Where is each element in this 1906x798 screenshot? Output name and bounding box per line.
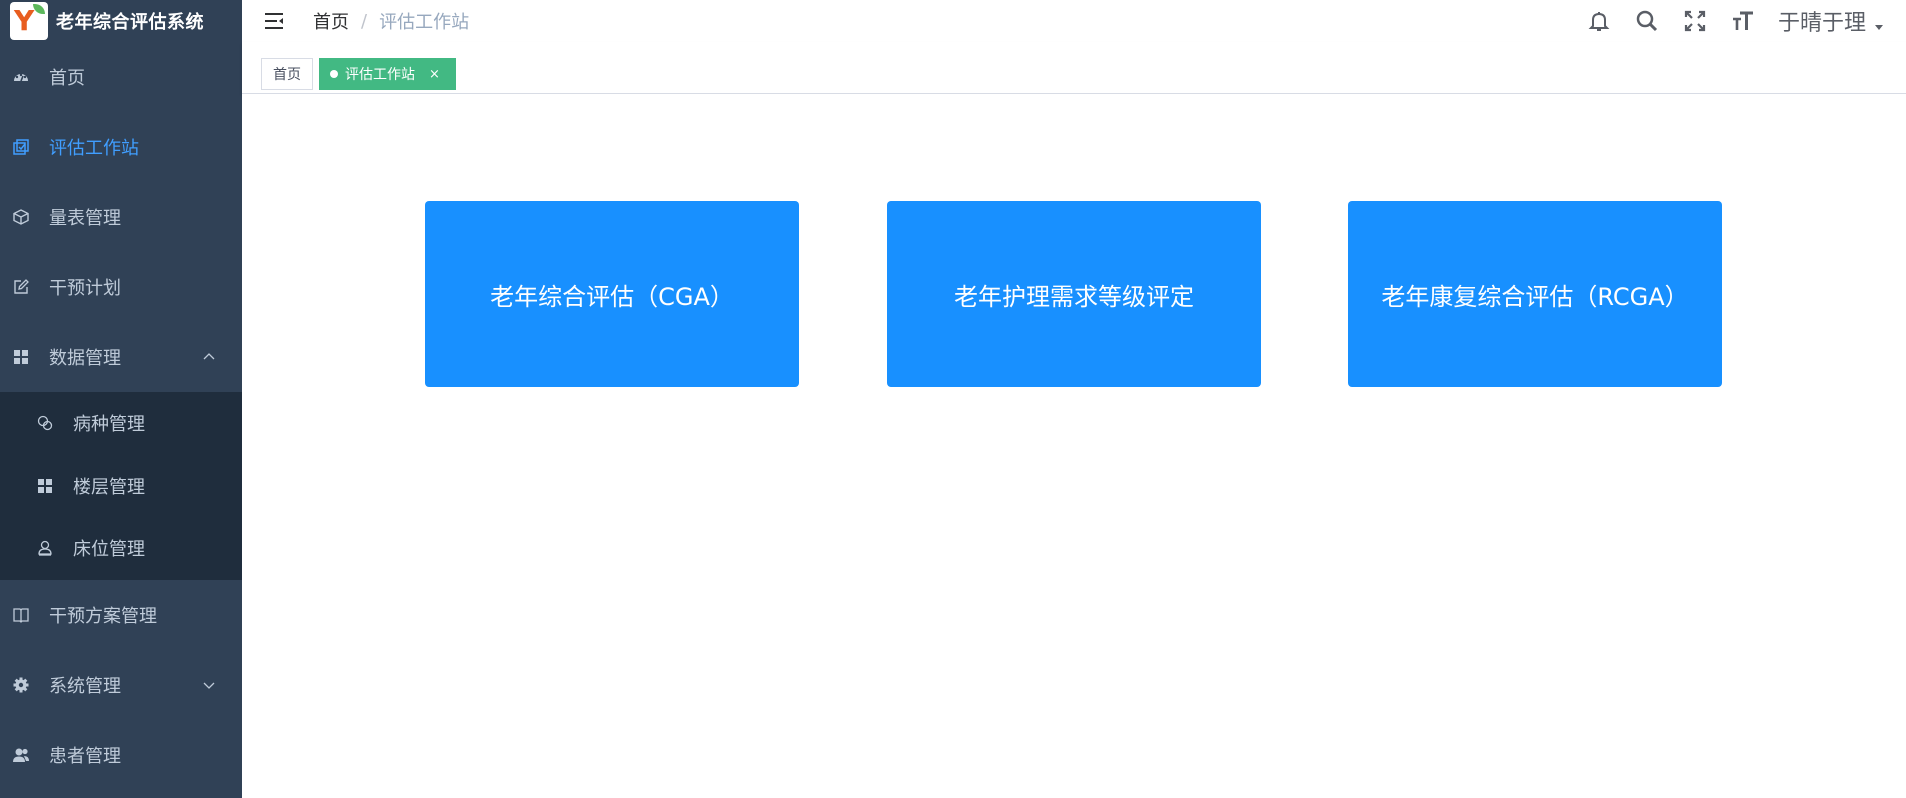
card-label: 老年综合评估（CGA） bbox=[490, 282, 734, 311]
sidebar-item-label: 床位管理 bbox=[73, 539, 145, 561]
gear-icon bbox=[12, 676, 30, 694]
menu-fold-icon[interactable] bbox=[263, 10, 285, 32]
dashboard-icon bbox=[12, 68, 30, 86]
sidebar-item-bed[interactable]: 床位管理 bbox=[0, 517, 242, 580]
grid-icon bbox=[36, 477, 54, 495]
top-navbar: 首页 / 评估工作站 于晴于理 bbox=[242, 0, 1906, 42]
sidebar-item-patients[interactable]: 患者管理 bbox=[0, 720, 242, 790]
sidebar-item-disease[interactable]: 病种管理 bbox=[0, 392, 242, 455]
sidebar-item-label: 楼层管理 bbox=[73, 476, 145, 498]
font-size-icon[interactable] bbox=[1730, 8, 1756, 34]
workstation-icon bbox=[12, 138, 30, 156]
sidebar-item-label: 量表管理 bbox=[49, 208, 121, 229]
rcga-card[interactable]: 老年康复综合评估（RCGA） bbox=[1348, 201, 1722, 387]
sidebar-item-label: 干预计划 bbox=[49, 278, 121, 299]
breadcrumb-current: 评估工作站 bbox=[379, 12, 470, 33]
sidebar-item-intervention-plan[interactable]: 干预计划 bbox=[0, 252, 242, 322]
sidebar-item-label: 首页 bbox=[49, 68, 85, 89]
breadcrumb-home[interactable]: 首页 bbox=[313, 8, 349, 34]
tag-label: 首页 bbox=[273, 67, 301, 83]
breadcrumb-separator: / bbox=[361, 10, 368, 32]
caret-down-icon[interactable] bbox=[1874, 22, 1884, 32]
active-dot-icon bbox=[330, 70, 338, 78]
main-content: 老年综合评估（CGA） 老年护理需求等级评定 老年康复综合评估（RCGA） bbox=[242, 94, 1906, 798]
cube-icon bbox=[12, 208, 30, 226]
sidebar-item-label: 数据管理 bbox=[49, 348, 121, 369]
sidebar-item-data-management[interactable]: 数据管理 bbox=[0, 322, 242, 392]
sidebar-item-workstation[interactable]: 评估工作站 bbox=[0, 112, 242, 182]
care-level-card[interactable]: 老年护理需求等级评定 bbox=[887, 201, 1261, 387]
sidebar-item-home[interactable]: 首页 bbox=[0, 42, 242, 112]
sidebar-item-label: 干预方案管理 bbox=[49, 605, 157, 627]
search-icon[interactable] bbox=[1634, 8, 1660, 34]
app-root: Y 老年综合评估系统 首页 评估工作站 量表管理 干预计划 数据管理 病种管理 … bbox=[0, 0, 1906, 798]
sidebar-item-intervention-scheme[interactable]: 干预方案管理 bbox=[0, 580, 242, 650]
tag-home[interactable]: 首页 bbox=[261, 58, 313, 90]
sidebar-item-label: 患者管理 bbox=[49, 745, 121, 767]
grid-icon bbox=[12, 348, 30, 366]
sidebar-item-label: 系统管理 bbox=[49, 675, 121, 697]
tags-view: 首页 评估工作站 × bbox=[242, 42, 1906, 94]
users-icon bbox=[12, 746, 30, 764]
breadcrumb: 首页 / 评估工作站 bbox=[313, 8, 469, 34]
card-label: 老年护理需求等级评定 bbox=[954, 282, 1194, 311]
tag-current[interactable]: 评估工作站 × bbox=[319, 58, 456, 90]
user-name[interactable]: 于晴于理 bbox=[1778, 5, 1866, 37]
disease-icon bbox=[36, 414, 54, 432]
sidebar: Y 老年综合评估系统 首页 评估工作站 量表管理 干预计划 数据管理 病种管理 … bbox=[0, 0, 242, 798]
logo-area[interactable]: Y 老年综合评估系统 bbox=[0, 0, 242, 42]
card-label: 老年康复综合评估（RCGA） bbox=[1381, 282, 1689, 311]
fullscreen-icon[interactable] bbox=[1682, 8, 1708, 34]
close-icon[interactable]: × bbox=[429, 67, 440, 82]
bell-icon[interactable] bbox=[1586, 8, 1612, 34]
sidebar-item-label: 病种管理 bbox=[73, 414, 145, 436]
cga-card[interactable]: 老年综合评估（CGA） bbox=[425, 201, 799, 387]
sidebar-item-floor[interactable]: 楼层管理 bbox=[0, 455, 242, 518]
chevron-down-icon bbox=[203, 682, 215, 689]
sidebar-item-label: 评估工作站 bbox=[49, 138, 139, 159]
logo-icon: Y bbox=[10, 2, 48, 40]
sidebar-item-system[interactable]: 系统管理 bbox=[0, 650, 242, 720]
navbar-right: 于晴于理 bbox=[1586, 0, 1906, 42]
tag-label: 评估工作站 bbox=[345, 67, 415, 83]
edit-icon bbox=[12, 278, 30, 296]
submenu-data-management: 病种管理 楼层管理 床位管理 bbox=[0, 392, 242, 580]
book-icon bbox=[12, 606, 30, 624]
app-title: 老年综合评估系统 bbox=[56, 12, 204, 33]
person-icon bbox=[36, 539, 54, 557]
chevron-up-icon bbox=[203, 353, 215, 360]
sidebar-item-scales[interactable]: 量表管理 bbox=[0, 182, 242, 252]
